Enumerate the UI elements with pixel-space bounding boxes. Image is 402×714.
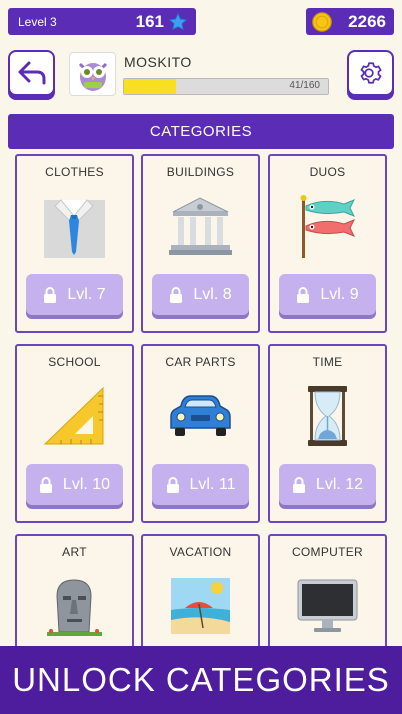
category-card-time[interactable]: TIME Lvl. 12 <box>268 344 387 523</box>
hourglass-icon <box>308 386 347 446</box>
category-card-duos[interactable]: DUOS Lvl. 9 <box>268 154 387 333</box>
moai-icon <box>47 579 102 636</box>
unlock-level-label: Lvl. 9 <box>320 285 359 303</box>
locked-level-button[interactable]: Lvl. 8 <box>152 274 249 315</box>
progress-text: 41/160 <box>289 80 320 91</box>
back-button[interactable] <box>8 50 55 96</box>
category-title: DUOS <box>309 165 346 179</box>
lock-icon <box>297 286 310 303</box>
level-progress-bar: 41/160 <box>123 78 329 95</box>
unlock-level-label: Lvl. 10 <box>62 475 111 493</box>
back-arrow-icon <box>18 61 45 85</box>
bank-building-icon <box>169 197 232 255</box>
set-square-icon <box>43 386 104 445</box>
locked-level-button[interactable]: Lvl. 7 <box>26 274 123 315</box>
owl-icon <box>78 62 107 91</box>
lock-icon <box>292 476 305 493</box>
car-icon <box>170 395 231 436</box>
locked-level-button[interactable]: Lvl. 9 <box>279 274 376 315</box>
lock-icon <box>170 286 183 303</box>
lock-icon <box>44 286 57 303</box>
beach-umbrella-icon <box>171 578 230 634</box>
category-title: ART <box>62 545 87 559</box>
locked-level-button[interactable]: Lvl. 12 <box>279 464 376 505</box>
player-name: MOSKITO <box>124 54 192 70</box>
coin-count: 2266 <box>348 11 386 31</box>
avatar[interactable] <box>69 52 116 96</box>
gear-icon <box>360 62 382 84</box>
locked-level-button[interactable]: Lvl. 11 <box>152 464 249 505</box>
promo-banner: UNLOCK CATEGORIES <box>0 646 402 714</box>
settings-button[interactable] <box>347 50 394 96</box>
category-card-buildings[interactable]: BUILDINGS Lvl. 8 <box>141 154 260 333</box>
shirt-tie-icon <box>44 199 105 258</box>
level-label: Level 3 <box>18 14 57 29</box>
unlock-level-label: Lvl. 7 <box>67 285 106 303</box>
category-card-school[interactable]: SCHOOL Lvl. 10 <box>15 344 134 523</box>
lock-icon <box>166 476 179 493</box>
star-score: 161 <box>136 12 188 32</box>
category-title: CLOTHES <box>45 165 104 179</box>
category-card-car-parts[interactable]: CAR PARTS Lvl. 11 <box>141 344 260 523</box>
category-title: BUILDINGS <box>166 165 235 179</box>
coin-balance[interactable]: 2266 <box>306 8 394 35</box>
desktop-computer-icon <box>297 579 358 632</box>
coin-icon <box>312 11 332 32</box>
progress-fill <box>124 79 177 94</box>
unlock-level-label: Lvl. 12 <box>315 475 364 493</box>
lock-icon <box>39 476 52 493</box>
category-title: TIME <box>312 355 343 369</box>
carp-streamers-icon <box>300 195 356 258</box>
category-card-clothes[interactable]: CLOTHES Lvl. 7 <box>15 154 134 333</box>
category-title: SCHOOL <box>48 355 101 369</box>
star-count: 161 <box>135 11 164 31</box>
star-icon <box>168 12 188 30</box>
level-score-bar: Level 3 161 <box>8 8 196 35</box>
unlock-level-label: Lvl. 8 <box>193 285 232 303</box>
category-title: VACATION <box>169 545 232 559</box>
category-title: COMPUTER <box>291 545 364 559</box>
locked-level-button[interactable]: Lvl. 10 <box>26 464 123 505</box>
categories-header: CATEGORIES <box>8 114 394 149</box>
unlock-level-label: Lvl. 11 <box>189 475 236 493</box>
category-title: CAR PARTS <box>165 355 236 369</box>
